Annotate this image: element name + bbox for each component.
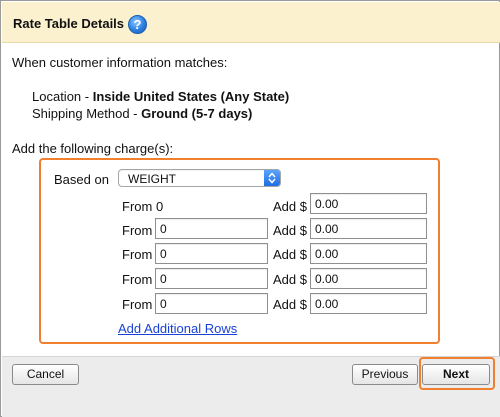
location-value: Inside United States (Any State) [92, 89, 290, 104]
location-criteria: Location - Inside United States (Any Sta… [32, 89, 289, 104]
shipping-method-criteria: Shipping Method - Ground (5-7 days) [32, 106, 252, 121]
from-static-value: 0 [156, 199, 164, 214]
method-label: Shipping Method - [32, 106, 142, 121]
select-arrows-icon [264, 170, 280, 186]
charges-heading: Add the following charge(s): [12, 141, 174, 156]
add-amount-input[interactable]: 0.00 [310, 218, 427, 239]
help-icon[interactable]: ? [128, 15, 147, 34]
add-amount-input[interactable]: 0.00 [310, 268, 427, 289]
based-on-select[interactable]: WEIGHT [118, 169, 281, 187]
page-title: Rate Table Details [13, 16, 125, 31]
from-input[interactable]: 0 [155, 218, 268, 239]
add-label: Add $ [273, 247, 307, 262]
from-input[interactable]: 0 [155, 268, 268, 289]
next-button[interactable]: Next [422, 364, 490, 385]
add-amount-input[interactable]: 0.00 [310, 193, 427, 214]
from-label: From [122, 272, 153, 287]
add-amount-input[interactable]: 0.00 [310, 293, 427, 314]
from-input[interactable]: 0 [155, 293, 268, 314]
add-label: Add $ [273, 223, 307, 238]
from-input[interactable]: 0 [155, 243, 268, 264]
based-on-value: WEIGHT [128, 172, 176, 186]
add-label: Add $ [273, 272, 307, 287]
from-label: From [122, 199, 153, 214]
from-label: From [122, 247, 153, 262]
add-label: Add $ [273, 199, 307, 214]
previous-button[interactable]: Previous [352, 364, 418, 385]
rate-table-panel: Rate Table Details ? When customer infor… [0, 0, 500, 417]
method-value: Ground (5-7 days) [141, 106, 253, 121]
intro-text: When customer information matches: [12, 55, 228, 70]
add-label: Add $ [273, 297, 307, 312]
add-additional-rows-link[interactable]: Add Additional Rows [118, 321, 237, 336]
add-amount-input[interactable]: 0.00 [310, 243, 427, 264]
from-label: From [122, 223, 153, 238]
from-label: From [122, 297, 153, 312]
cancel-button[interactable]: Cancel [12, 364, 79, 385]
location-label: Location - [32, 89, 93, 104]
based-on-label: Based on [54, 172, 109, 187]
panel-header: Rate Table Details ? [2, 2, 500, 43]
